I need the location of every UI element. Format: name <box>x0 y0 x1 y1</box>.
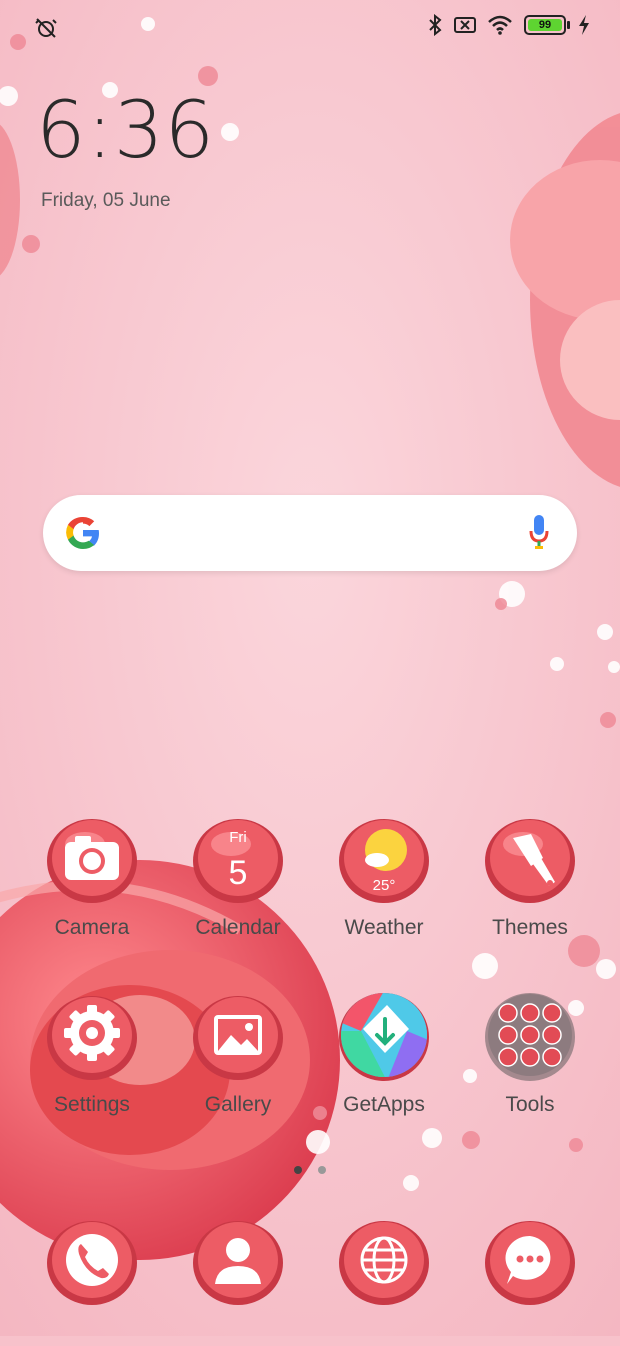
image-icon <box>193 996 283 1080</box>
gear-icon <box>47 996 137 1080</box>
contacts-icon <box>193 1221 283 1305</box>
app-label: Weather <box>344 916 424 939</box>
app-tools-folder[interactable]: Tools <box>470 991 590 1121</box>
alarm-off-icon <box>35 18 57 38</box>
app-settings[interactable]: Settings <box>32 991 152 1121</box>
dock-messages[interactable] <box>470 1216 590 1346</box>
page-dot <box>318 1166 327 1174</box>
paintbrush-icon <box>485 819 575 903</box>
app-label: Calendar <box>195 916 281 939</box>
messages-icon <box>485 1221 575 1305</box>
camera-icon <box>47 819 137 903</box>
getapps-icon <box>339 993 429 1081</box>
calendar-day: Fri <box>229 829 247 846</box>
app-camera[interactable]: Camera <box>32 814 152 944</box>
weather-icon: 25° <box>339 819 429 903</box>
app-label: Camera <box>54 916 130 939</box>
dock-phone[interactable] <box>32 1216 152 1346</box>
wifi-icon <box>488 15 512 35</box>
bluetooth-icon <box>429 14 442 36</box>
app-label: Tools <box>505 1093 555 1116</box>
charging-icon <box>579 15 589 35</box>
microphone-icon[interactable] <box>529 514 549 552</box>
phone-icon <box>47 1221 137 1305</box>
app-gallery[interactable]: Gallery <box>178 991 298 1121</box>
browser-icon <box>339 1221 429 1305</box>
app-themes[interactable]: Themes <box>470 814 590 944</box>
dock-contacts[interactable] <box>178 1216 298 1346</box>
folder-icon <box>485 993 575 1081</box>
app-label: Settings <box>54 1093 130 1116</box>
page-indicator <box>294 1161 338 1179</box>
google-search-bar[interactable] <box>43 495 577 571</box>
app-getapps[interactable]: GetApps <box>324 991 444 1121</box>
app-weather[interactable]: 25° Weather <box>324 814 444 944</box>
search-input[interactable] <box>123 513 507 555</box>
weather-temp: 25° <box>373 877 396 894</box>
calendar-icon: Fri 5 <box>193 819 283 903</box>
battery-level: 99 <box>538 19 552 31</box>
calendar-date: 5 <box>229 854 248 892</box>
clock-time[interactable]: 6:36 <box>36 92 215 170</box>
page-dot-active <box>294 1166 302 1174</box>
app-calendar[interactable]: Fri 5 Calendar <box>178 814 298 944</box>
no-sim-icon <box>454 17 476 33</box>
app-label: Gallery <box>204 1093 272 1116</box>
app-label: Themes <box>492 916 568 939</box>
status-bar: 99 <box>0 0 620 56</box>
dock-browser[interactable] <box>324 1216 444 1346</box>
google-logo-icon <box>66 516 99 549</box>
clock-date[interactable]: Friday, 05 June <box>41 190 171 212</box>
app-label: GetApps <box>343 1093 425 1116</box>
battery-icon: 99 <box>524 15 570 35</box>
